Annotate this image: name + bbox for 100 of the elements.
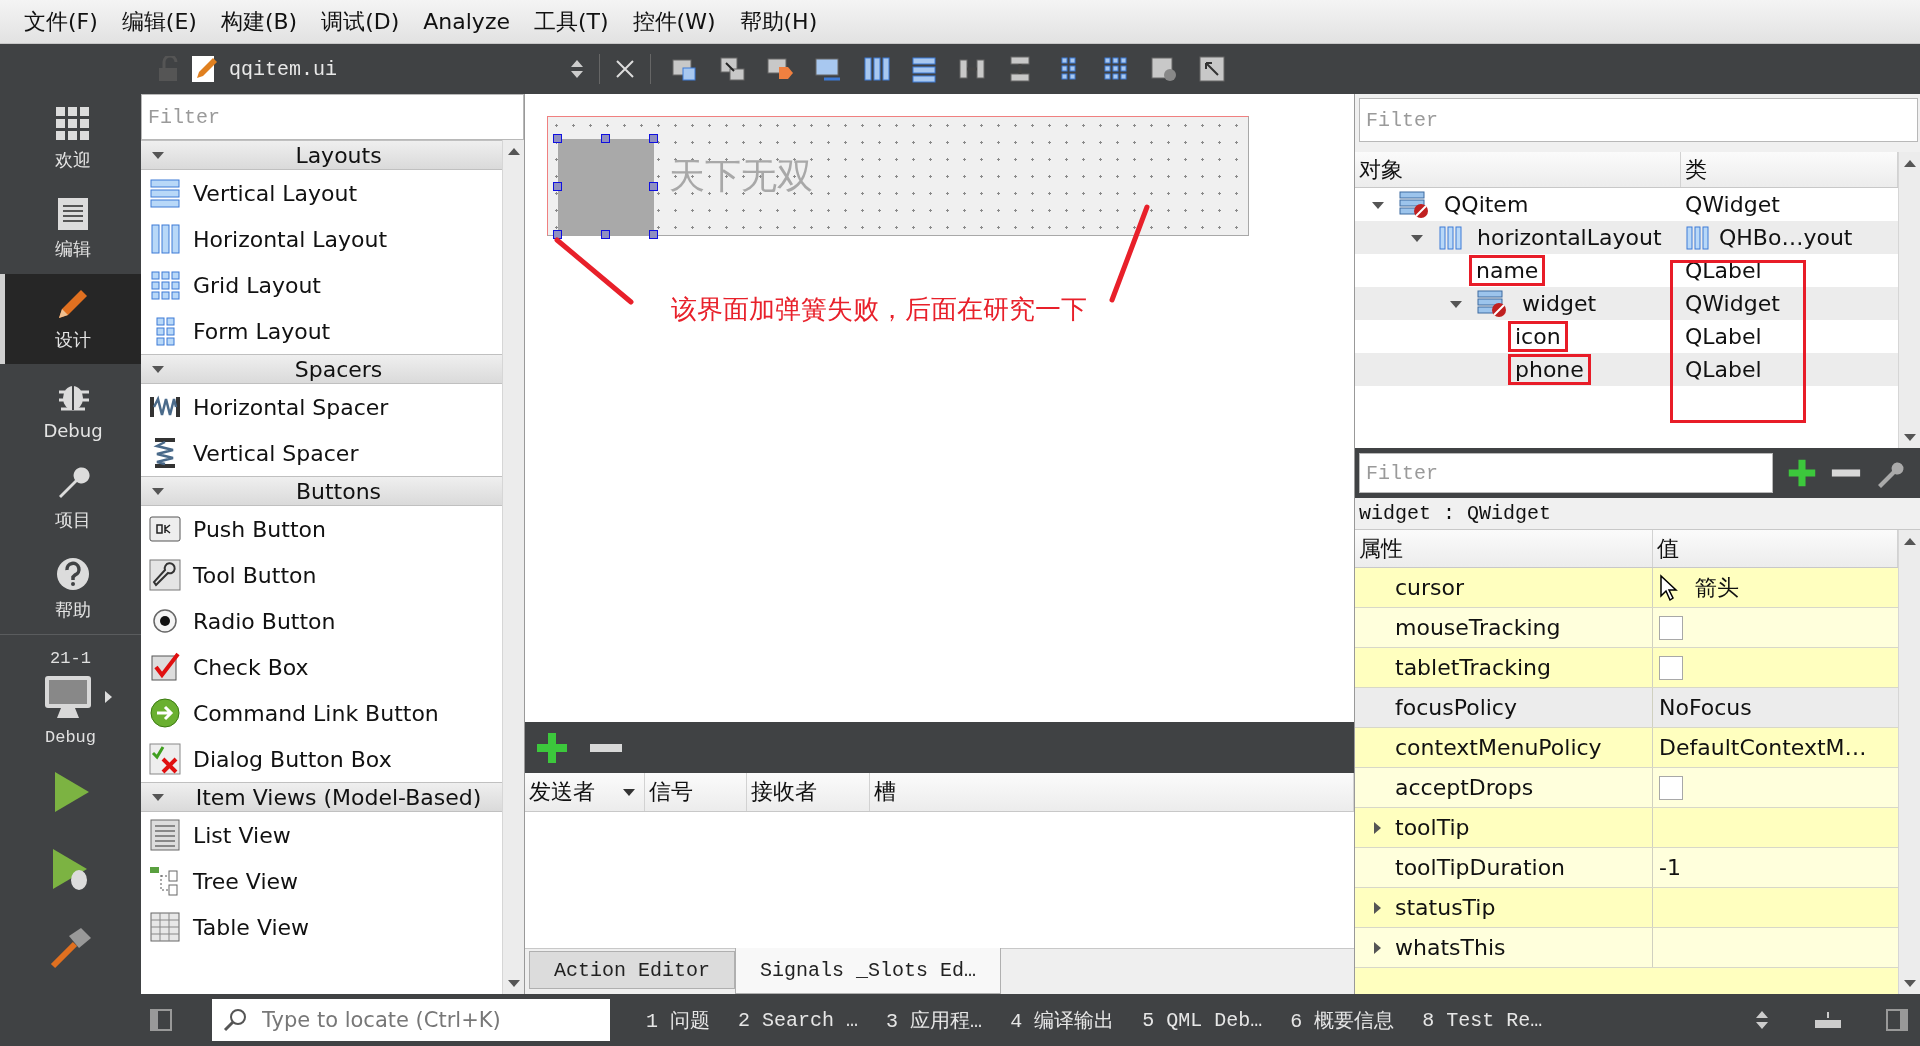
property-name: acceptDrops [1395,775,1534,800]
resize-handle[interactable] [601,134,610,143]
filter-field[interactable]: Filter [1359,453,1773,493]
widget-item[interactable]: Form Layout [141,308,502,354]
mode-button[interactable]: 编辑 [0,184,141,274]
ok-button-icon [149,513,181,545]
property-row[interactable]: acceptDrops [1355,768,1898,808]
resize-handle[interactable] [649,134,658,143]
scrollbar[interactable] [1898,530,1920,994]
editor-tab[interactable]: Signals _Slots Ed… [735,948,1002,994]
menu-item[interactable]: 构建(B) [210,2,308,41]
mode-button[interactable]: Debug [0,364,141,454]
category-header[interactable]: Item Views (Model-Based) [141,782,502,812]
menu-item[interactable]: Analyze [413,5,520,38]
property-name: toolTipDuration [1395,855,1566,880]
column-header[interactable]: 信号 [645,773,747,811]
menu-item[interactable]: 调试(D) [311,2,410,41]
output-pane-button[interactable]: 8 Test Re… [1408,1008,1557,1032]
tree-row[interactable]: widget QWidget [1355,287,1898,320]
sidebar-toggle-icon[interactable] [1886,1009,1908,1031]
resize-handle[interactable] [553,134,562,143]
output-pane-button[interactable]: 4 编译输出 [996,1006,1129,1034]
output-pane-button[interactable]: 5 QML Deb… [1128,1008,1277,1032]
output-toggle-icon[interactable] [1814,1010,1842,1030]
mode-button[interactable]: 设计 [0,274,141,364]
output-pane-button[interactable]: 3 应用程… [872,1006,997,1034]
widget-item[interactable]: Command Link Button [141,690,502,736]
widget-item[interactable]: Grid Layout [141,262,502,308]
widget-item[interactable]: Dialog Button Box [141,736,502,782]
filter-field[interactable]: Filter [141,94,524,140]
widget-item[interactable]: Table View [141,904,502,950]
property-row[interactable]: toolTipDuration -1 [1355,848,1898,888]
checkbox[interactable] [1659,655,1683,680]
property-row[interactable]: statusTip [1355,888,1898,928]
property-row[interactable]: tabletTracking [1355,648,1898,688]
tree-row[interactable]: phone QLabel [1355,353,1898,386]
property-row[interactable]: mouseTracking [1355,608,1898,648]
menu-item[interactable]: 编辑(E) [111,2,207,41]
category-header[interactable]: Spacers [141,354,502,384]
property-row[interactable]: contextMenuPolicy DefaultContextM… [1355,728,1898,768]
remove-icon[interactable] [589,742,623,753]
column-header[interactable]: 接收者 [747,773,870,811]
widget-item[interactable]: Vertical Layout [141,170,502,216]
annotation-text: 该界面加弹簧失败，后面在研究一下 [671,293,1088,326]
property-row[interactable]: whatsThis [1355,928,1898,968]
resize-handle[interactable] [649,230,658,239]
object-name: horizontalLayout [1476,224,1663,252]
widget-item[interactable]: Tool Button [141,552,502,598]
mode-button[interactable]: 欢迎 [0,94,141,184]
object-name: widget [1521,290,1598,318]
widget-item[interactable]: Push Button [141,506,502,552]
sidebar-toggle-icon[interactable] [150,1009,172,1031]
checkbox[interactable] [1659,775,1683,800]
column-header[interactable]: 对象 [1355,152,1681,187]
resize-handle[interactable] [553,182,562,191]
widget-item[interactable]: List View [141,812,502,858]
remove-icon[interactable] [1831,468,1861,478]
resize-handle[interactable] [553,230,562,239]
checkbox[interactable] [1659,615,1683,640]
hammer-icon[interactable] [48,926,93,970]
menu-item[interactable]: 控件(W) [622,2,726,41]
close-icon[interactable] [614,58,636,80]
resize-handle[interactable] [601,230,610,239]
scrollbar[interactable] [1898,152,1920,448]
widget-item[interactable]: Tree View [141,858,502,904]
output-pane-button[interactable]: 6 概要信息 [1276,1006,1409,1034]
property-row[interactable]: focusPolicy NoFocus [1355,688,1898,728]
mode-button[interactable]: 帮助 [0,544,141,634]
class-name: QLabel [1685,258,1762,283]
menu-item[interactable]: 帮助(H) [729,2,828,41]
column-header[interactable]: 属性 [1355,530,1653,567]
widget-icon [1399,190,1431,219]
property-row[interactable]: cursor 箭头 [1355,568,1898,608]
mode-button[interactable]: 项目 [0,454,141,544]
property-name: statusTip [1395,895,1496,920]
property-row[interactable]: toolTip [1355,808,1898,848]
widget-item[interactable]: Radio Button [141,598,502,644]
filter-field[interactable]: Filter [1359,98,1918,142]
editor-tab[interactable]: Action Editor [529,951,736,989]
menu-item[interactable]: 工具(T) [524,2,619,41]
add-icon[interactable] [1787,458,1817,488]
class-name: QLabel [1685,324,1762,349]
widget-item[interactable]: Check Box [141,644,502,690]
add-icon[interactable] [535,730,569,765]
menu-item[interactable]: 文件(F) [14,2,108,41]
column-header[interactable]: 发送者 [525,773,645,811]
widget-item[interactable]: Horizontal Spacer [141,384,502,430]
category-header[interactable]: Buttons [141,476,502,506]
widget-item[interactable]: Horizontal Layout [141,216,502,262]
widget-item[interactable]: Vertical Spacer [141,430,502,476]
grid-icon [149,269,181,301]
output-pane-button[interactable]: 1 问题 [632,1006,725,1034]
property-value: DefaultContextM… [1659,735,1867,760]
resize-handle[interactable] [649,182,658,191]
scrollbar[interactable] [502,140,524,994]
column-header[interactable]: 槽 [870,773,1354,811]
output-pane-button[interactable]: 2 Search … [724,1008,873,1032]
tree-row[interactable]: horizontalLayout QHBo…yout [1355,221,1898,254]
category-header[interactable]: Layouts [141,140,502,170]
columns-icon [1438,224,1464,251]
